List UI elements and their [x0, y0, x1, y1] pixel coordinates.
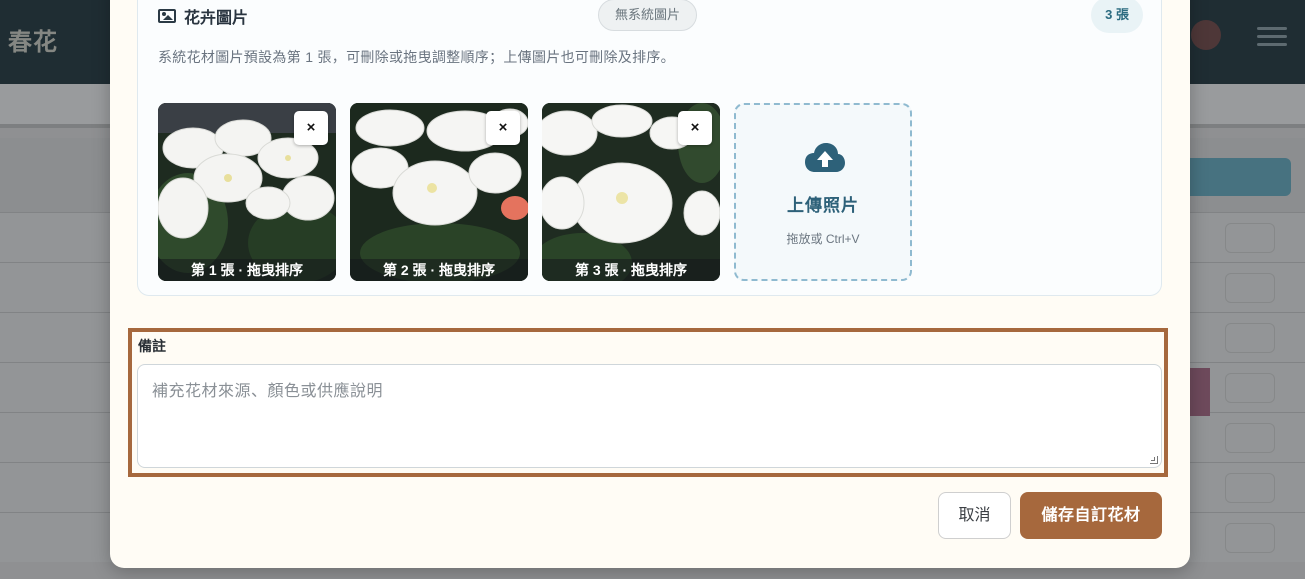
image-thumbnail[interactable]: × 第 2 張 · 拖曳排序 — [350, 103, 528, 281]
image-thumbnail[interactable]: × 第 1 張 · 拖曳排序 — [158, 103, 336, 281]
background-menu-icon — [1257, 22, 1287, 52]
remove-image-button[interactable]: × — [486, 111, 520, 145]
notes-label: 備註 — [138, 338, 166, 354]
notes-textarea[interactable]: 補充花材來源、顏色或供應說明 — [137, 364, 1162, 468]
image-thumbnail-list: × 第 1 張 · 拖曳排序 × 第 2 張 · 拖曳排序 × 第 3 張 · … — [158, 103, 912, 281]
background-thumbnail — [1190, 368, 1210, 416]
notes-field-group: 備註 補充花材來源、顏色或供應說明 — [128, 328, 1168, 477]
remove-image-button[interactable]: × — [294, 111, 328, 145]
notes-placeholder: 補充花材來源、顏色或供應說明 — [152, 383, 384, 400]
background-logo: 春花 — [8, 27, 58, 56]
upload-photo-label: 上傳照片 — [787, 196, 859, 215]
background-avatar — [1191, 20, 1221, 50]
custom-flower-modal: 花卉圖片 無系統圖片 3 張 系統花材圖片預設為第 1 張，可刪除或拖曳調整順序… — [110, 0, 1190, 568]
images-section-header: 花卉圖片 — [158, 4, 248, 28]
image-count-badge: 3 張 — [1091, 0, 1143, 33]
no-system-image-badge: 無系統圖片 — [598, 0, 698, 31]
cancel-button[interactable]: 取消 — [938, 492, 1011, 539]
save-custom-flower-button[interactable]: 儲存自訂花材 — [1020, 492, 1162, 539]
upload-photo-hint: 拖放或 Ctrl+V — [786, 232, 860, 246]
thumbnail-caption: 第 2 張 · 拖曳排序 — [350, 259, 528, 281]
cloud-upload-icon — [805, 143, 845, 172]
background-add-button — [1181, 158, 1291, 196]
flower-images-section: 花卉圖片 無系統圖片 3 張 系統花材圖片預設為第 1 張，可刪除或拖曳調整順序… — [137, 0, 1162, 296]
images-section-title: 花卉圖片 — [184, 10, 249, 27]
remove-image-button[interactable]: × — [678, 111, 712, 145]
upload-photo-dropzone[interactable]: 上傳照片 拖放或 Ctrl+V — [734, 103, 912, 281]
image-thumbnail[interactable]: × 第 3 張 · 拖曳排序 — [542, 103, 720, 281]
images-section-description: 系統花材圖片預設為第 1 張，可刪除或拖曳調整順序；上傳圖片也可刪除及排序。 — [158, 49, 675, 65]
thumbnail-caption: 第 3 張 · 拖曳排序 — [542, 259, 720, 281]
thumbnail-caption: 第 1 張 · 拖曳排序 — [158, 259, 336, 281]
image-icon — [158, 9, 176, 23]
resize-handle-icon[interactable] — [1150, 456, 1158, 464]
